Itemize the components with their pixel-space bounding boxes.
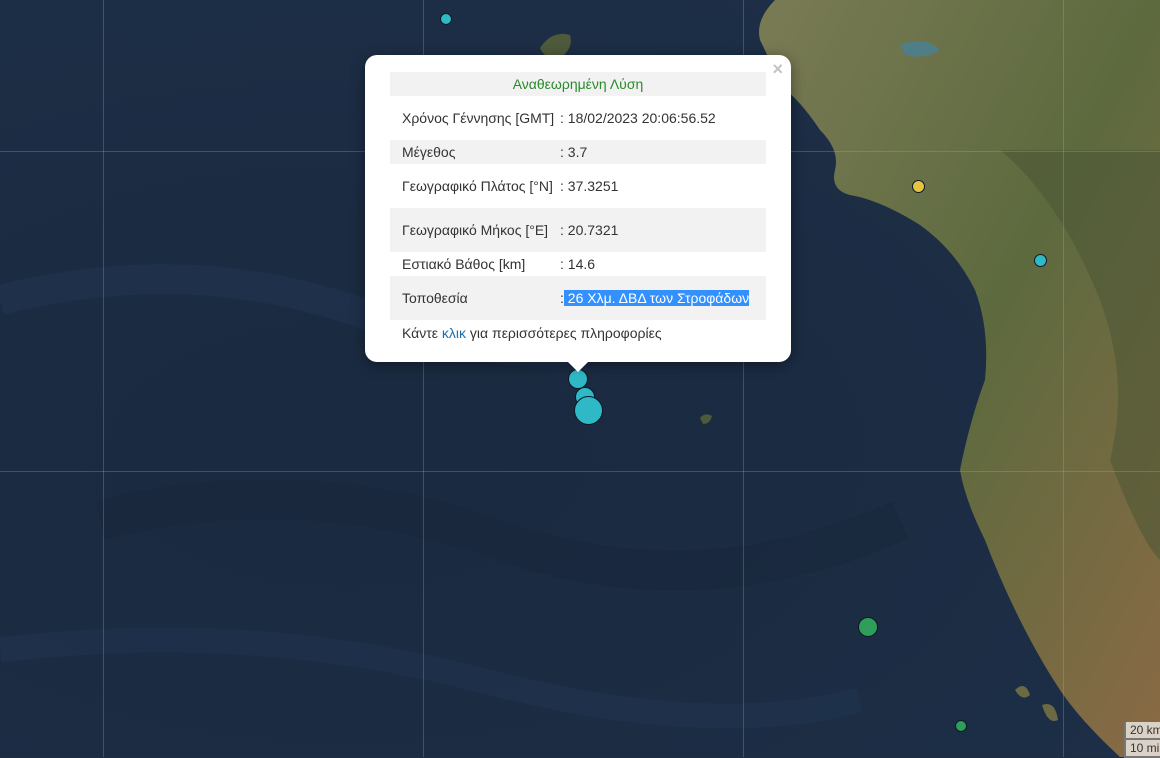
close-icon[interactable]: × [772,59,783,80]
island [1015,686,1030,698]
row-value: : 26 Χλμ. ΔΒΔ των Στροφάδων [560,288,766,308]
info-row-origin-time: Χρόνος Γέννησης [GMT] : 18/02/2023 20:06… [390,96,766,140]
row-label: Τοποθεσία [402,290,468,306]
earthquake-info-popup: × Αναθεωρημένη Λύση Χρόνος Γέννησης [GMT… [365,55,791,362]
row-label: Μέγεθος [402,144,456,160]
info-row-longitude: Γεωγραφικό Μήκος [°E] : 20.7321 [390,208,766,252]
info-table: Αναθεωρημένη Λύση Χρόνος Γέννησης [GMT] … [390,72,766,343]
island [700,414,712,424]
row-value: : 18/02/2023 20:06:56.52 [560,110,716,126]
selected-location-text: 26 Χλμ. ΔΒΔ των Στροφάδων [563,290,750,306]
row-label: Γεωγραφικό Πλάτος [°N] [402,178,553,194]
info-row-location: Τοποθεσία : 26 Χλμ. ΔΒΔ των Στροφάδων [390,276,766,320]
row-label: Εστιακό Βάθος [km] [402,256,526,272]
earthquake-marker-cyan[interactable] [440,13,452,25]
info-row-depth: Εστιακό Βάθος [km] : 14.6 [390,252,766,276]
more-info-link[interactable]: κλικ [442,325,466,341]
row-label: Χρόνος Γέννησης [GMT] [402,110,555,126]
island [1042,704,1058,721]
earthquake-marker-green[interactable] [955,720,967,732]
popup-title: Αναθεωρημένη Λύση [390,72,766,96]
earthquake-marker-cyan-selected[interactable] [574,396,603,425]
row-value: : 3.7 [560,144,588,160]
earthquake-marker-yellow[interactable] [912,180,925,193]
row-label: Γεωγραφικό Μήκος [°E] [402,222,549,238]
sea-ridge [0,627,864,729]
graticule-line [0,471,1160,472]
earthquake-marker-cyan[interactable] [1034,254,1047,267]
info-row-magnitude: Μέγεθος : 3.7 [390,140,766,164]
scale-bar-imperial: 10 mi [1124,740,1160,758]
graticule-line [103,0,104,757]
graticule-line [1063,0,1064,757]
mainland [759,0,1160,757]
info-row-latitude: Γεωγραφικό Πλάτος [°N] : 37.3251 [390,164,766,208]
row-value: : 37.3251 [560,178,619,194]
footer-text-before: Κάντε [402,325,442,341]
footer-text-after: για περισσότερες πληροφορίες [466,325,662,341]
row-value: : 20.7321 [560,222,619,238]
sea-ridge [95,479,909,591]
popup-footer: Κάντε κλικ για περισσότερες πληροφορίες [390,323,766,343]
scale-bar-metric: 20 km [1124,722,1160,740]
popup-pointer [566,360,590,372]
earthquake-marker-cyan[interactable] [568,369,588,389]
row-value: : 14.6 [560,256,596,272]
earthquake-marker-green[interactable] [858,617,878,637]
